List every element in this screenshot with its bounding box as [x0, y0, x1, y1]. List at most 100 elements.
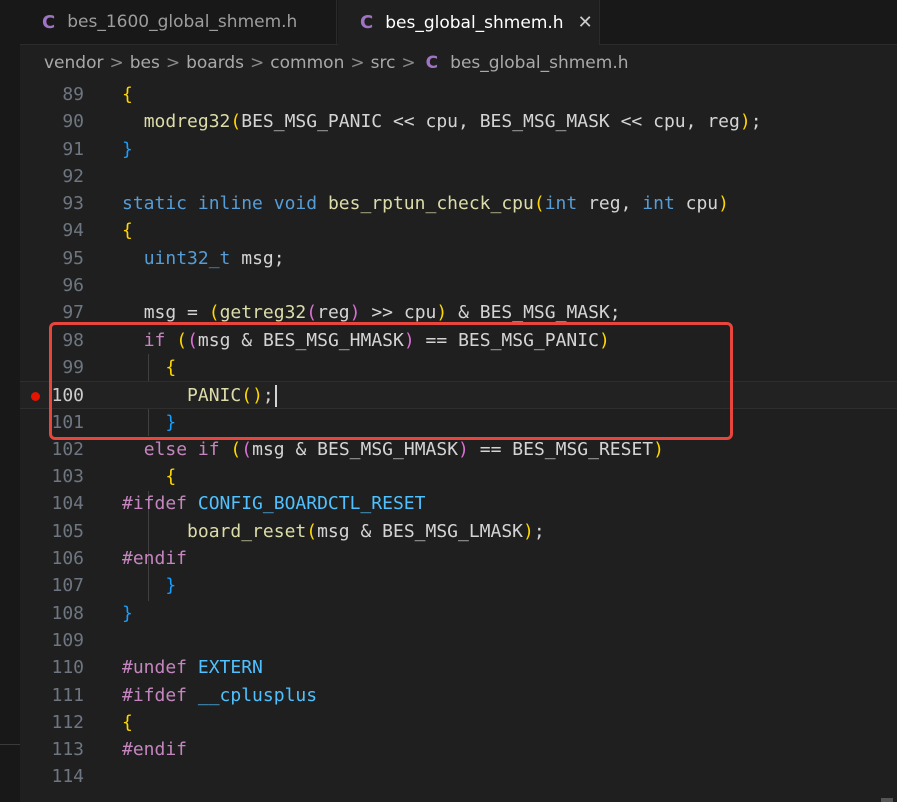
code-line[interactable]: 98 if ((msg & BES_MSG_HMASK) == BES_MSG_…: [20, 327, 897, 354]
line-number: 108: [51, 602, 84, 624]
code-line[interactable]: 93 static inline void bes_rptun_check_cpu…: [20, 190, 897, 217]
code-text: }: [122, 602, 133, 624]
code-text: {: [165, 466, 177, 488]
breadcrumb-item-src[interactable]: src: [371, 53, 396, 73]
text-cursor: [274, 385, 277, 408]
line-number: 100: [51, 385, 84, 407]
code-line[interactable]: 105 board_reset(msg & BES_MSG_LMASK);: [20, 518, 897, 545]
code-line[interactable]: 114: [20, 763, 897, 790]
chevron-right-icon: >: [165, 53, 181, 73]
line-number: 109: [51, 629, 84, 651]
breadcrumb: vendor > bes > boards > common > src > C…: [20, 45, 897, 81]
line-number: 106: [51, 548, 84, 570]
code-text: msg = (getreg32(reg) >> cpu) & BES_MSG_M…: [143, 302, 621, 324]
tab-bes-1600-global-shmem[interactable]: C bes_1600_global_shmem.h: [20, 0, 337, 44]
code-text: PANIC();: [122, 382, 277, 409]
code-line[interactable]: 94 {: [20, 217, 897, 244]
chevron-right-icon: >: [350, 53, 365, 73]
code-line[interactable]: 97 msg = (getreg32(reg) >> cpu) & BES_MS…: [20, 299, 897, 326]
code-text: }: [165, 575, 177, 597]
code-line[interactable]: 99 {: [20, 354, 897, 381]
code-line[interactable]: 104 #ifdef CONFIG_BOARDCTL_RESET: [20, 490, 897, 517]
line-number: 103: [51, 466, 84, 488]
line-number: 101: [51, 411, 84, 433]
code-text: #ifdef CONFIG_BOARDCTL_RESET: [122, 493, 426, 515]
line-number: 102: [51, 438, 84, 460]
activity-strip: [0, 0, 20, 802]
code-line[interactable]: 91}: [20, 136, 897, 163]
line-number: 111: [51, 684, 84, 706]
line-number: 113: [51, 739, 84, 761]
code-line[interactable]: 90 modreg32(BES_MSG_PANIC << cpu, BES_MS…: [20, 108, 897, 135]
code-text: }: [165, 411, 177, 433]
chevron-right-icon: >: [109, 53, 124, 73]
code-line[interactable]: 92: [20, 163, 897, 190]
code-line[interactable]: 109: [20, 627, 897, 654]
code-text: else if ((msg & BES_MSG_HMASK) == BES_MS…: [143, 438, 664, 460]
line-number: 95: [62, 247, 84, 269]
line-number: 93: [62, 193, 84, 215]
code-text: #endif: [122, 739, 188, 761]
code-line[interactable]: 101 }: [20, 409, 897, 436]
code-text: #endif: [122, 548, 188, 570]
line-number: 114: [51, 766, 84, 788]
c-file-icon: C: [42, 11, 56, 33]
tab-bes-global-shmem[interactable]: C bes_global_shmem.h ✕: [338, 0, 600, 45]
breadcrumb-item-bes[interactable]: bes: [130, 53, 160, 73]
line-number: 107: [51, 575, 84, 597]
code-line[interactable]: 89 {: [20, 81, 897, 108]
breadcrumb-item-vendor[interactable]: vendor: [44, 53, 103, 73]
code-line[interactable]: 110 #undef EXTERN: [20, 654, 897, 681]
line-number: 105: [51, 520, 84, 542]
line-number: 99: [62, 356, 84, 378]
c-file-icon: C: [425, 53, 439, 73]
code-text: modreg32(BES_MSG_PANIC << cpu, BES_MSG_M…: [143, 111, 762, 133]
chevron-right-icon: >: [250, 53, 265, 73]
chevron-right-icon: >: [401, 53, 416, 73]
line-number: 90: [62, 111, 84, 133]
code-text: {: [165, 356, 177, 378]
code-line[interactable]: 103 {: [20, 463, 897, 490]
line-number: 110: [51, 657, 84, 679]
close-icon[interactable]: ✕: [578, 12, 593, 33]
code-text: uint32_t msg;: [143, 247, 285, 269]
code-line[interactable]: 96: [20, 272, 897, 299]
line-number: 91: [62, 138, 84, 160]
code-text: #ifdef __cplusplus: [122, 684, 318, 706]
line-number: 89: [62, 84, 84, 105]
code-editor[interactable]: 89 {90 modreg32(BES_MSG_PANIC << cpu, BES…: [20, 81, 897, 802]
code-line[interactable]: 107 }: [20, 572, 897, 599]
breadcrumb-item-boards[interactable]: boards: [186, 53, 244, 73]
code-text: static inline void bes_rptun_check_cpu(i…: [122, 193, 729, 215]
divider: [0, 744, 20, 745]
line-number: 112: [51, 711, 84, 733]
line-number: 104: [51, 493, 84, 515]
tab-label: bes_global_shmem.h: [385, 12, 564, 33]
code-line[interactable]: 95 uint32_t msg;: [20, 245, 897, 272]
code-line[interactable]: 102 else if ((msg & BES_MSG_HMASK) == BE…: [20, 436, 897, 463]
code-line[interactable]: 100 PANIC();: [20, 381, 897, 409]
code-text: #undef EXTERN: [122, 657, 263, 679]
code-line[interactable]: 112 {: [20, 709, 897, 736]
scrollbar[interactable]: [881, 798, 893, 802]
breadcrumb-item-file[interactable]: bes_global_shmem.h: [450, 53, 628, 73]
code-text: {: [122, 84, 133, 105]
code-line[interactable]: 108}: [20, 600, 897, 627]
code-text: if ((msg & BES_MSG_HMASK) == BES_MSG_PAN…: [143, 329, 610, 351]
code-text: {: [122, 220, 133, 242]
c-file-icon: C: [360, 12, 374, 33]
line-number: 92: [62, 165, 84, 187]
line-number: 98: [62, 329, 84, 351]
code-line[interactable]: 113 #endif: [20, 736, 897, 763]
line-number: 94: [62, 220, 84, 242]
code-text: {: [122, 711, 133, 733]
code-line[interactable]: 111 #ifdef __cplusplus: [20, 682, 897, 709]
editor-area: C bes_1600_global_shmem.h C bes_global_s…: [20, 0, 897, 802]
code-text: board_reset(msg & BES_MSG_LMASK);: [187, 520, 545, 542]
breadcrumb-item-common[interactable]: common: [270, 53, 344, 73]
tab-bar: C bes_1600_global_shmem.h C bes_global_s…: [20, 0, 897, 45]
line-number: 96: [62, 275, 84, 297]
code-line[interactable]: 106 #endif: [20, 545, 897, 572]
line-number: 97: [62, 302, 84, 324]
code-text: }: [122, 138, 133, 160]
